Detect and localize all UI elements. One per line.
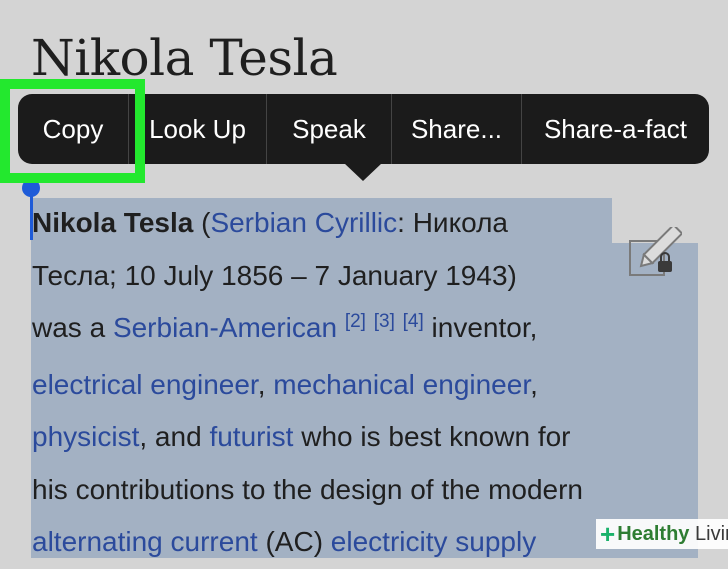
- text-span: (AC): [257, 526, 331, 557]
- watermark-brand: Healthy: [617, 522, 690, 545]
- reference-3[interactable]: [3]: [374, 311, 395, 332]
- article-body: Nikola Tesla (Serbian Cyrillic: Никола Т…: [32, 197, 692, 569]
- menu-pointer-arrow: [344, 163, 382, 181]
- link-electrical-engineer[interactable]: electrical engineer: [32, 369, 258, 400]
- link-alternating-current[interactable]: alternating current: [32, 526, 258, 557]
- text-span: was a: [32, 312, 113, 343]
- watermark: +Healthy Living: [596, 519, 728, 549]
- text-span: (: [193, 207, 211, 238]
- text-span: ,: [257, 368, 274, 400]
- text-span: inventor,: [423, 312, 538, 343]
- reference-4[interactable]: [4]: [403, 311, 424, 332]
- link-electricity-supply[interactable]: electricity supply: [331, 526, 536, 557]
- text-span: Тесла; 10 July 1856 – 7 January 1943): [32, 259, 517, 291]
- text-span: who is best known for: [293, 421, 571, 452]
- text-span: ,: [530, 368, 538, 400]
- text-span: his contributions to the design of the m…: [32, 473, 584, 505]
- link-physicist[interactable]: physicist: [32, 421, 139, 452]
- link-mechanical-engineer[interactable]: mechanical engineer: [273, 369, 530, 400]
- menu-item-share-a-fact[interactable]: Share-a-fact: [522, 94, 709, 164]
- menu-item-speak[interactable]: Speak: [267, 94, 392, 164]
- link-serbian-american[interactable]: Serbian-American: [113, 312, 337, 343]
- article-line: electrical engineer, mechanical engineer…: [32, 359, 692, 412]
- article-line: his contributions to the design of the m…: [32, 464, 692, 517]
- menu-item-look-up[interactable]: Look Up: [129, 94, 267, 164]
- article-line: Тесла; 10 July 1856 – 7 January 1943): [32, 250, 692, 303]
- text-span: , and: [139, 421, 210, 452]
- menu-item-share[interactable]: Share...: [392, 94, 522, 164]
- article-line: physicist, and futurist who is best know…: [32, 411, 692, 464]
- copy-highlight-box: [0, 79, 145, 183]
- article-subject: Nikola Tesla: [32, 207, 194, 238]
- article-line: alternating current (AC) electricity sup…: [32, 516, 692, 569]
- plus-icon: +: [600, 518, 616, 549]
- reference-2[interactable]: [2]: [345, 311, 366, 332]
- article-line: was a Serbian-American [2] [3] [4] inven…: [32, 302, 692, 359]
- watermark-suffix: Living: [695, 522, 728, 545]
- link-futurist[interactable]: futurist: [209, 421, 293, 452]
- text-span: : Никола: [397, 207, 509, 238]
- article-line: Nikola Tesla (Serbian Cyrillic: Никола: [32, 197, 692, 250]
- link-serbian-cyrillic[interactable]: Serbian Cyrillic: [210, 207, 397, 238]
